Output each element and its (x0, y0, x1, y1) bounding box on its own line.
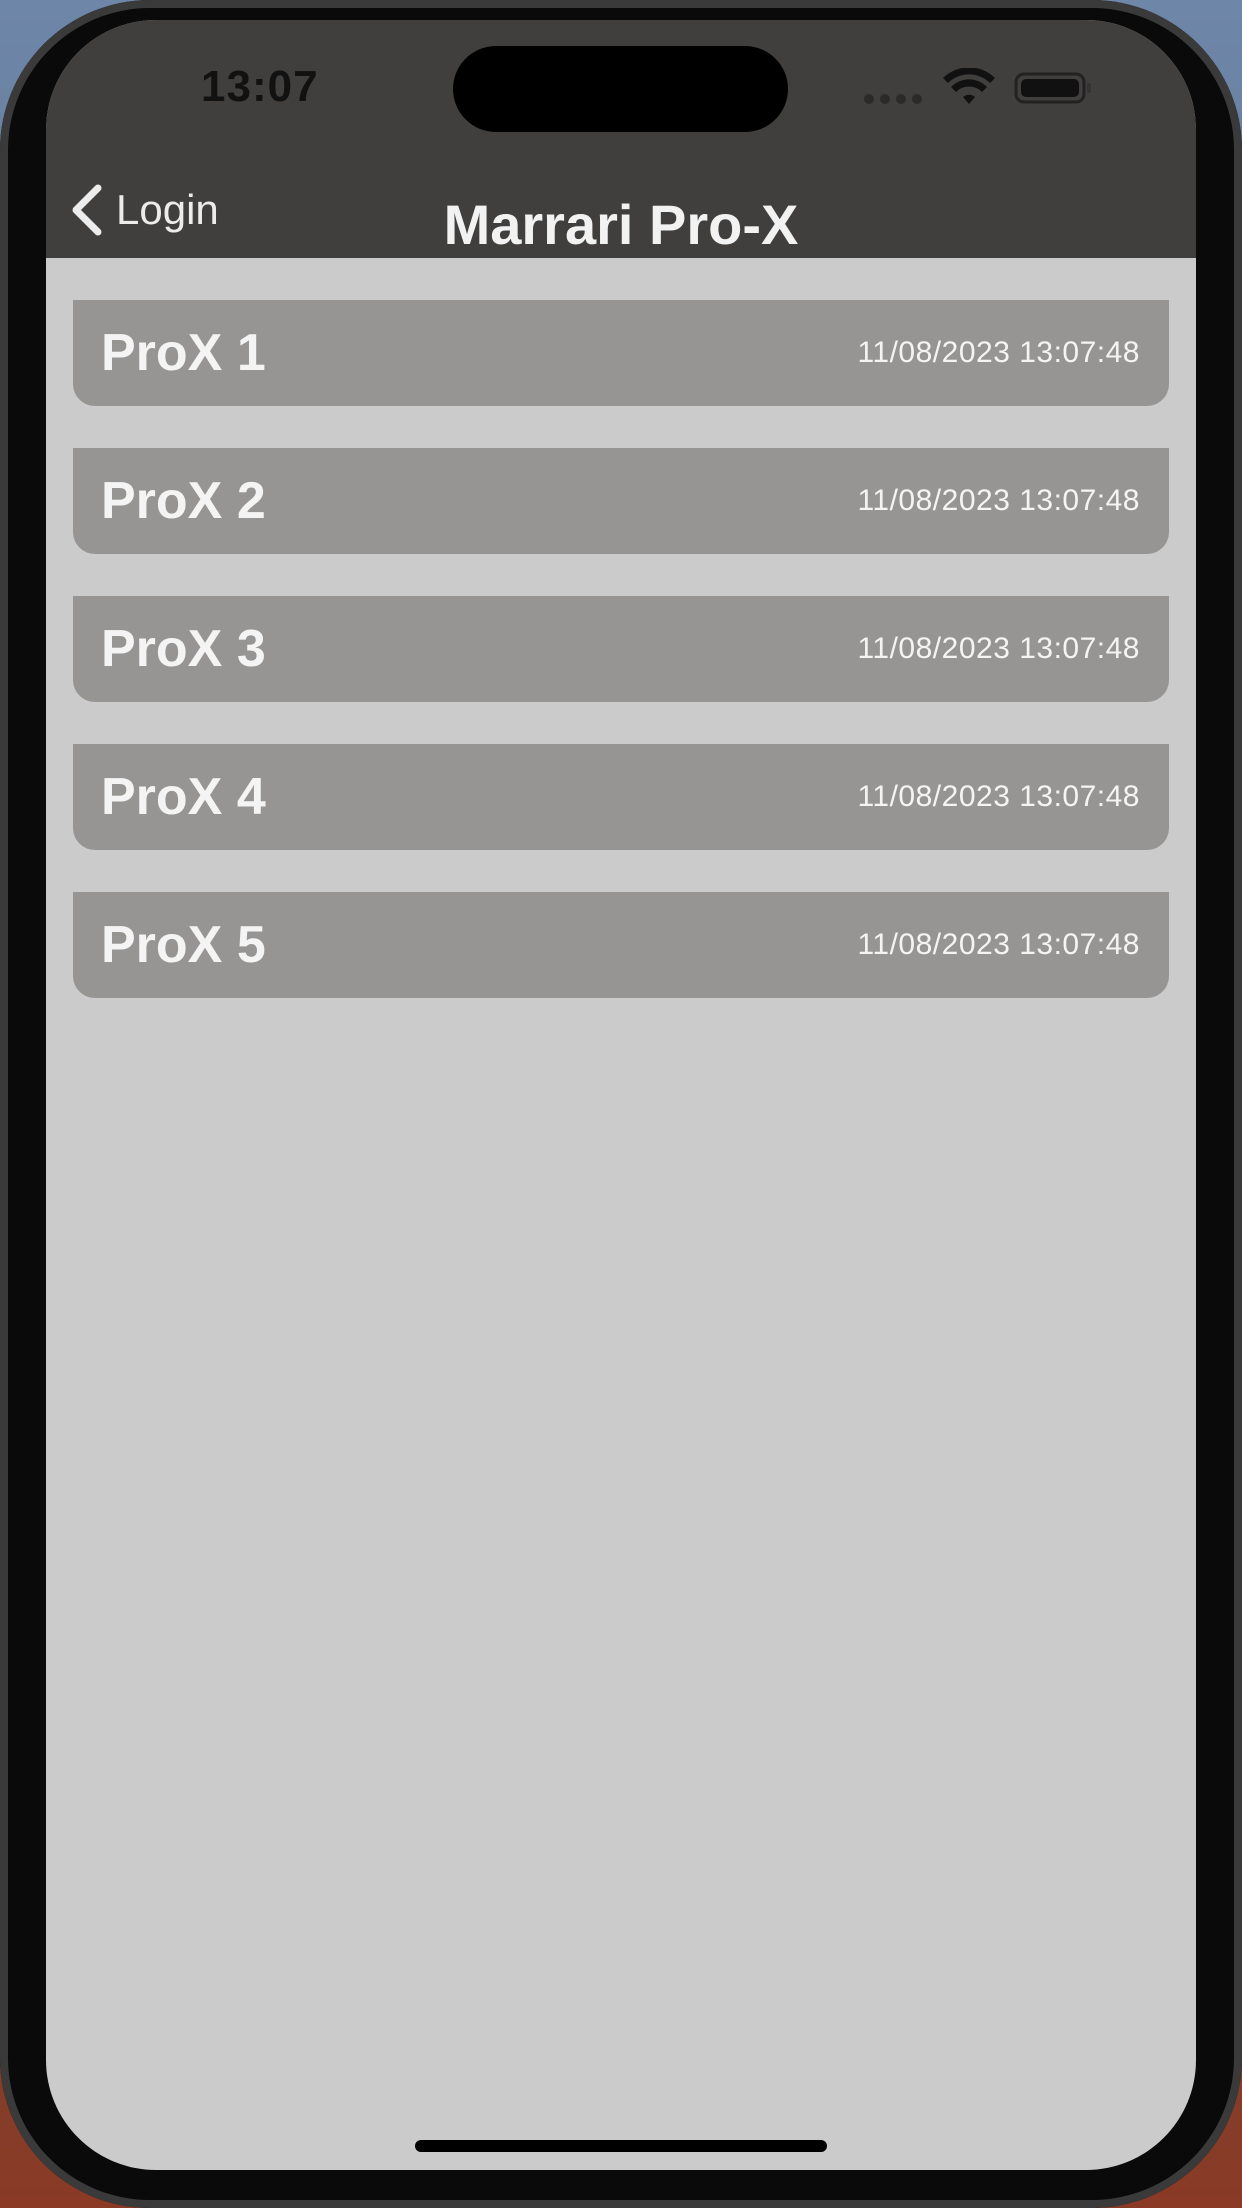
device-timestamp: 11/08/2023 13:07:48 (857, 632, 1140, 665)
signal-icon (864, 94, 924, 106)
device-name: ProX 5 (101, 916, 266, 974)
wifi-icon (943, 68, 995, 104)
device-name: ProX 2 (101, 472, 266, 530)
device-item-prox-2[interactable]: ProX 2 11/08/2023 13:07:48 (73, 448, 1169, 554)
home-indicator[interactable] (415, 2140, 827, 2152)
navigation-bar: 13:07 Login Marrari Pro-X (46, 20, 1196, 258)
device-list: ProX 1 11/08/2023 13:07:48 ProX 2 11/08/… (73, 300, 1169, 1040)
status-time: 13:07 (201, 62, 319, 111)
phone-frame: 13:07 Login Marrari Pro-X ProX 1 11/08/2… (0, 0, 1242, 2208)
app-screen: 13:07 Login Marrari Pro-X ProX 1 11/08/2… (46, 20, 1196, 2170)
device-name: ProX 4 (101, 768, 266, 826)
device-timestamp: 11/08/2023 13:07:48 (857, 336, 1140, 369)
device-name: ProX 1 (101, 324, 266, 382)
device-item-prox-1[interactable]: ProX 1 11/08/2023 13:07:48 (73, 300, 1169, 406)
device-timestamp: 11/08/2023 13:07:48 (857, 780, 1140, 813)
device-item-prox-3[interactable]: ProX 3 11/08/2023 13:07:48 (73, 596, 1169, 702)
page-title: Marrari Pro-X (443, 193, 799, 256)
device-name: ProX 3 (101, 620, 266, 678)
device-timestamp: 11/08/2023 13:07:48 (857, 484, 1140, 517)
device-timestamp: 11/08/2023 13:07:48 (857, 928, 1140, 961)
device-item-prox-5[interactable]: ProX 5 11/08/2023 13:07:48 (73, 892, 1169, 998)
battery-icon (1014, 72, 1091, 104)
dynamic-island (453, 46, 788, 132)
device-item-prox-4[interactable]: ProX 4 11/08/2023 13:07:48 (73, 744, 1169, 850)
